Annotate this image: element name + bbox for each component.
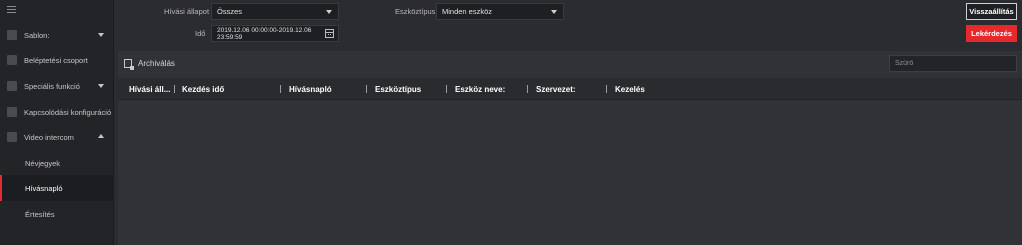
column-header-device-type[interactable]: Eszköztípus: [375, 78, 421, 100]
menu-icon[interactable]: [7, 6, 16, 13]
sidebar-item-video-intercom[interactable]: Video intercom: [0, 124, 114, 150]
template-icon: [7, 30, 17, 40]
column-header-call-log[interactable]: Hívásnapló: [289, 78, 332, 100]
dropdown-arrow-icon: [551, 10, 557, 14]
sidebar-subitem-label: Értesítés: [25, 209, 55, 219]
sidebar-subitem-label: Névjegyek: [25, 158, 61, 168]
column-separator[interactable]: [446, 85, 447, 93]
sidebar-item-label: Sablon:: [24, 30, 50, 40]
sidebar-subitem-notification[interactable]: Értesítés: [0, 201, 114, 227]
call-status-select[interactable]: Összes: [211, 3, 339, 20]
sidebar-item-linkage-config[interactable]: Kapcsolódási konfiguráció: [0, 99, 114, 125]
column-header-device-name[interactable]: Eszköz neve:: [455, 78, 505, 100]
column-separator[interactable]: [280, 85, 281, 93]
archive-button[interactable]: Archiválás: [124, 59, 175, 70]
device-type-select[interactable]: Minden eszköz: [436, 3, 564, 20]
sidebar-item-label: Video intercom: [24, 132, 74, 142]
filter-input[interactable]: [889, 55, 1017, 72]
column-header-start-time[interactable]: Kezdés idő: [182, 78, 224, 100]
table-body: [118, 100, 1022, 245]
column-header-call-status[interactable]: Hívási áll...: [129, 78, 170, 100]
call-status-label: Hívási állapot: [164, 7, 210, 16]
app-window: Sablon: Beléptetési csoport Speciális fu…: [0, 0, 1022, 245]
results-panel: Archiválás Hívási áll... Kezdés idő Hívá…: [118, 51, 1022, 245]
video-intercom-icon: [7, 132, 17, 142]
device-type-value: Minden eszköz: [442, 7, 493, 16]
dropdown-arrow-icon: [326, 10, 332, 14]
chevron-up-icon: [98, 134, 104, 138]
sidebar-item-label: Speciális funkció: [24, 81, 80, 91]
chevron-down-icon: [98, 84, 104, 88]
time-range-value: 2019.12.06 00:00:00-2019.12.06 23:59:59: [217, 26, 312, 41]
time-range-field[interactable]: 2019.12.06 00:00:00-2019.12.06 23:59:59: [211, 25, 339, 42]
column-header-actions[interactable]: Kezelés: [615, 78, 645, 100]
sidebar-item-special-function[interactable]: Speciális funkció: [0, 73, 114, 99]
column-separator[interactable]: [606, 85, 607, 93]
call-status-value: Összes: [217, 7, 243, 16]
sidebar-item-label: Beléptetési csoport: [24, 55, 88, 65]
column-separator[interactable]: [174, 85, 175, 93]
access-group-icon: [7, 55, 17, 65]
sidebar-subitem-label: Hívásnapló: [25, 183, 63, 193]
device-type-label: Eszköztípus: [395, 7, 436, 16]
sidebar-subitem-call-log[interactable]: Hívásnapló: [0, 175, 114, 201]
sidebar-subitem-contacts[interactable]: Névjegyek: [0, 150, 114, 176]
results-toolbar: Archiválás: [118, 51, 1022, 78]
reset-button[interactable]: Visszaállítás: [966, 3, 1017, 20]
archive-icon: [124, 59, 134, 70]
table-header: Hívási áll... Kezdés idő Hívásnapló Eszk…: [118, 78, 1022, 100]
sidebar-item-label: Kapcsolódási konfiguráció: [24, 107, 112, 117]
time-label: Idő: [195, 29, 206, 38]
sidebar-item-access-group[interactable]: Beléptetési csoport: [0, 47, 114, 73]
column-separator[interactable]: [527, 85, 528, 93]
special-function-icon: [7, 81, 17, 91]
linkage-config-icon: [7, 107, 17, 117]
archive-label: Archiválás: [138, 59, 175, 68]
chevron-down-icon: [98, 33, 104, 37]
column-header-organization[interactable]: Szervezet:: [536, 78, 576, 100]
calendar-icon[interactable]: [325, 29, 334, 38]
column-separator[interactable]: [366, 85, 367, 93]
query-button[interactable]: Lekérdezés: [966, 25, 1017, 42]
sidebar: Sablon: Beléptetési csoport Speciális fu…: [0, 0, 114, 245]
sidebar-item-template[interactable]: Sablon:: [0, 22, 114, 48]
